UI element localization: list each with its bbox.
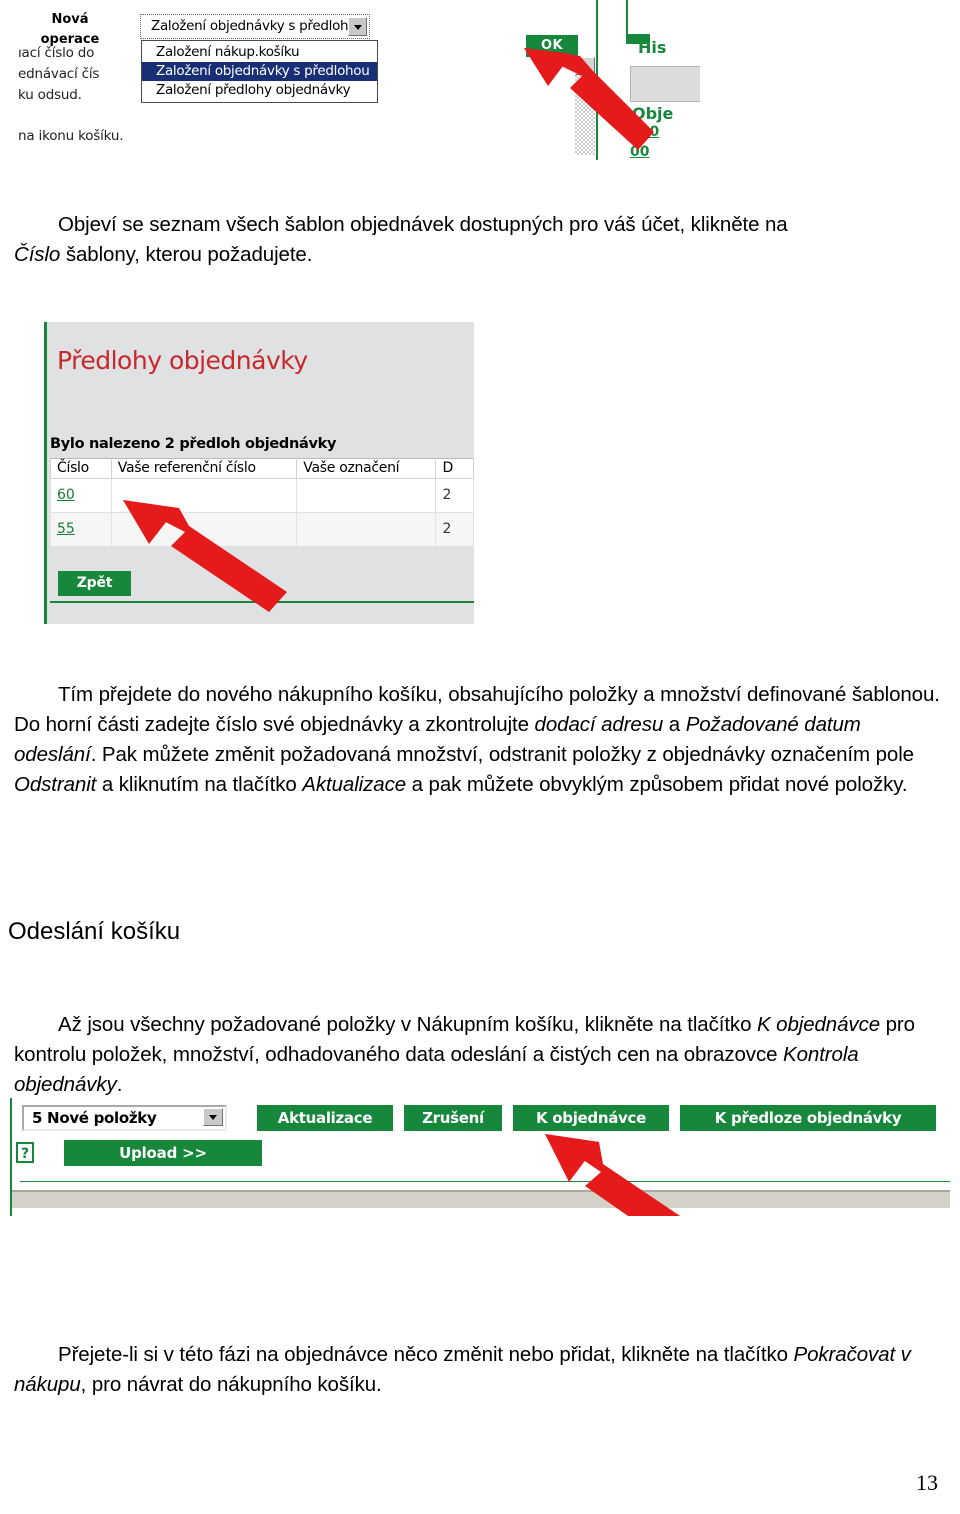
new-items-select-value: 5 Nové položky [32,1109,157,1127]
paragraph-2-italic-dodaci-adresu: dodací adresu [534,713,664,736]
paragraph-3-italic-k-objednavce: K objednávce [756,1013,881,1036]
status-bar [12,1190,950,1208]
new-operation-select-value: Založení objednávky s předlohou [151,18,365,34]
to-order-button[interactable]: K objednávce [513,1105,669,1131]
dropdown-option-0[interactable]: Založení nákup.košíku [142,43,377,62]
paragraph-2-segment-5: . Pak můžete změnit požadovaná množství,… [90,743,914,766]
template-number-link[interactable]: 60 [57,487,75,503]
cell-reference [110,512,298,547]
paragraph-send-cart: Až jsou všechny požadované položky v Nák… [14,1010,946,1100]
paragraph-1-italic-cislo: Číslo [14,243,61,266]
page-number: 13 [916,1470,938,1495]
history-label: His [638,38,667,57]
left-text-fragment-4: na ikonu košíku. [18,128,124,144]
update-button[interactable]: Aktualizace [257,1105,393,1131]
ok-button[interactable]: OK [526,35,578,57]
paragraph-3-segment-1: Až jsou všechny požadované položky v Nák… [58,1013,757,1036]
paragraph-2-segment-3: a [663,713,686,736]
screenshot-order-templates: Předlohy objednávky Bylo nalezeno 2 před… [44,322,474,624]
paragraph-2-italic-aktualizace: Aktualizace [302,773,407,796]
chevron-down-icon[interactable] [348,17,367,36]
table-row[interactable]: 55 2 [50,512,474,547]
new-operation-dropdown-list[interactable]: Založení nákup.košíku Založení objednávk… [141,40,378,103]
toolbar-divider [20,1181,950,1182]
vertical-divider-2 [626,0,628,34]
cell-cislo[interactable]: 55 [50,512,112,547]
paragraph-1-line-1: Objeví se seznam všech šablon objednávek… [58,213,788,236]
table-header-row: Číslo Vaše referenční číslo Vaše označen… [50,458,474,479]
cell-datum: 2 [435,478,474,513]
new-operation-label-line1: Nová [51,12,89,27]
scroll-up-button[interactable] [575,57,595,75]
order-templates-footer-bar: Zpět [50,567,474,603]
paragraph-2-italic-odstranit: Odstranit [14,773,97,796]
order-templates-found-count: Bylo nalezeno 2 předloh objednávky [50,436,337,452]
right-panel-input[interactable] [630,66,700,102]
cell-oznaceni [296,512,437,547]
upload-button[interactable]: Upload >> [64,1140,262,1166]
order-number-fragment-2[interactable]: 00 [630,144,649,160]
dropdown-option-2[interactable]: Založení předlohy objednávky [142,81,377,100]
to-order-template-button[interactable]: K předloze objednávky [680,1105,936,1131]
chevron-down-icon[interactable] [203,1108,223,1126]
order-templates-title: Předlohy objednávky [57,346,308,375]
paragraph-4-segment-3: , pro návrat do nákupního košíku. [80,1373,382,1396]
left-text-fragment-3: ku odsud. [18,87,82,103]
screenshot-new-operation: Nová operace ıací číslo do ednávací čís … [0,0,700,160]
paragraph-4-segment-1: Přejete-li si v této fázi na objednávce … [58,1343,794,1366]
column-header-cislo: Číslo [50,458,112,479]
paragraph-new-cart: Tím přejdete do nového nákupního košíku,… [14,680,946,800]
paragraph-continue-shopping: Přejete-li si v této fázi na objednávce … [14,1340,946,1400]
cell-oznaceni [296,478,437,513]
new-operation-select[interactable]: Založení objednávky s předlohou [140,14,370,39]
help-icon[interactable]: ? [16,1142,34,1163]
vertical-divider-1 [596,0,598,160]
paragraph-3-segment-5: . [116,1073,123,1096]
column-header-datum: D [435,458,474,479]
order-label: Obje [632,104,674,123]
column-header-reference: Vaše referenční číslo [110,458,298,479]
back-button[interactable]: Zpět [58,571,131,596]
paragraph-2-segment-7: a kliknutím na tlačítko [96,773,303,796]
cell-datum: 2 [435,512,474,547]
left-text-fragment-2: ednávací čís [18,66,100,82]
cell-reference [110,478,298,513]
left-text-fragment-1: ıací číslo do [18,45,95,61]
cell-cislo[interactable]: 60 [50,478,112,513]
cancel-button[interactable]: Zrušení [404,1105,502,1131]
page-title: Odeslání košíku [8,918,181,945]
table-row[interactable]: 60 2 [50,478,474,513]
new-items-select[interactable]: 5 Nové položky [22,1105,227,1131]
column-header-oznaceni: Vaše označení [296,458,437,479]
paragraph-1-line-2-rest: šablony, kterou požadujete. [60,243,313,266]
paragraph-templates-list: Objeví se seznam všech šablon objednávek… [14,210,946,270]
screenshot-cart-toolbar: 5 Nové položky Aktualizace Zrušení K obj… [10,1098,950,1216]
scrollbar-track[interactable] [575,75,595,155]
dropdown-option-1[interactable]: Založení objednávky s předlohou [142,62,377,81]
order-templates-table: Číslo Vaše referenční číslo Vaše označen… [50,458,474,547]
paragraph-2-segment-9: a pak můžete obvyklým způsobem přidat no… [406,773,908,796]
order-number-fragment-1[interactable]: 000 [630,124,659,140]
template-number-link[interactable]: 55 [57,521,75,537]
